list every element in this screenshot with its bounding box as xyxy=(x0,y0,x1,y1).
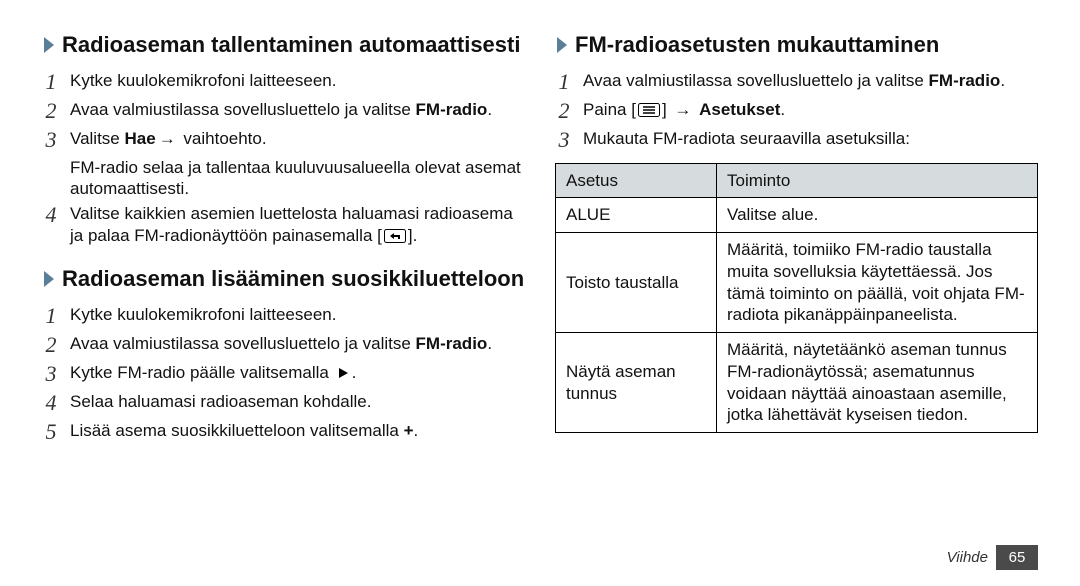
step-suffix: . xyxy=(780,100,785,119)
step-text: Lisää asema suosikkiluetteloon valitsema… xyxy=(70,421,404,440)
menu-key-icon xyxy=(638,103,660,117)
menu-name: Asetukset xyxy=(699,100,780,119)
step-suffix: . xyxy=(414,421,419,440)
plus-label: + xyxy=(404,421,414,440)
arrow-right-glyph: → xyxy=(156,129,179,148)
step-text: Avaa valmiustilassa sovellusluettelo ja … xyxy=(70,100,416,119)
step: 4 Selaa haluamasi radioaseman kohdalle. xyxy=(42,391,525,414)
step-text: Paina [ xyxy=(583,100,636,119)
step-body: Avaa valmiustilassa sovellusluettelo ja … xyxy=(583,70,1038,92)
section-title: Radioaseman tallentaminen automaattisest… xyxy=(62,32,520,57)
step-number: 3 xyxy=(42,128,60,151)
step-text: Kytke FM-radio päälle valitsemalla xyxy=(70,363,334,382)
setting-name: ALUE xyxy=(556,198,717,233)
step-body: Kytke kuulokemikrofoni laitteeseen. xyxy=(70,304,525,326)
step-tail: . xyxy=(352,363,357,382)
app-name: FM-radio xyxy=(929,71,1001,90)
step-body: Valitse kaikkien asemien luettelosta hal… xyxy=(70,203,525,247)
setting-desc: Valitse alue. xyxy=(717,198,1038,233)
step: 3 Mukauta FM-radiota seuraavilla asetuks… xyxy=(555,128,1038,151)
step-number: 3 xyxy=(42,362,60,385)
step-text: Avaa valmiustilassa sovellusluettelo ja … xyxy=(70,334,416,353)
step: 2 Paina [ ] → Asetukset. xyxy=(555,99,1038,122)
table-row: Toisto taustalla Määritä, toimiiko FM-ra… xyxy=(556,233,1038,333)
setting-desc: Määritä, näytetäänkö aseman tunnus FM-ra… xyxy=(717,333,1038,433)
setting-desc: Määritä, toimiiko FM-radio taustalla mui… xyxy=(717,233,1038,333)
step-body: Avaa valmiustilassa sovellusluettelo ja … xyxy=(70,333,525,355)
step-body: Kytke FM-radio päälle valitsemalla . xyxy=(70,362,525,384)
chevron-right-icon xyxy=(42,268,56,290)
footer-section-label: Viihde xyxy=(947,549,988,566)
page-footer: Viihde 65 xyxy=(947,545,1038,570)
step: 3 Kytke FM-radio päälle valitsemalla . xyxy=(42,362,525,385)
setting-name: Näytä aseman tunnus xyxy=(556,333,717,433)
arrow-right-glyph: → xyxy=(671,100,694,119)
app-name: FM-radio xyxy=(416,334,488,353)
step-mid: ] xyxy=(662,100,671,119)
step-number: 2 xyxy=(42,99,60,122)
settings-table: Asetus Toiminto ALUE Valitse alue. Toist… xyxy=(555,163,1038,434)
section-heading-store-auto: Radioaseman tallentaminen automaattisest… xyxy=(42,32,525,57)
step-body: Paina [ ] → Asetukset. xyxy=(583,99,1038,121)
step-number: 3 xyxy=(555,128,573,151)
step-number: 4 xyxy=(42,391,60,414)
step-text: Avaa valmiustilassa sovellusluettelo ja … xyxy=(583,71,929,90)
section-title: FM-radioasetusten mukauttaminen xyxy=(575,32,939,57)
page-number: 65 xyxy=(996,545,1038,570)
step-number: 4 xyxy=(42,203,60,226)
section-title: Radioaseman lisääminen suosikkiluetteloo… xyxy=(62,266,524,291)
chevron-right-icon xyxy=(42,34,56,56)
table-row: ALUE Valitse alue. xyxy=(556,198,1038,233)
play-icon xyxy=(336,366,350,380)
chevron-right-icon xyxy=(555,34,569,56)
app-name: FM-radio xyxy=(416,100,488,119)
step-number: 5 xyxy=(42,420,60,443)
step-body: Mukauta FM-radiota seuraavilla asetuksil… xyxy=(583,128,1038,150)
step-number: 1 xyxy=(555,70,573,93)
step-text: Valitse xyxy=(70,129,125,148)
step-suffix: . xyxy=(487,100,492,119)
step-body: Kytke kuulokemikrofoni laitteeseen. xyxy=(70,70,525,92)
table-header-setting: Asetus xyxy=(556,163,717,198)
table-header-function: Toiminto xyxy=(717,163,1038,198)
step-tail: vaihtoehto. xyxy=(179,129,267,148)
step: 5 Lisää asema suosikkiluetteloon valitse… xyxy=(42,420,525,443)
menu-name: Hae xyxy=(125,129,156,148)
step-number: 2 xyxy=(555,99,573,122)
step-number: 1 xyxy=(42,304,60,327)
section-heading-add-favourite: Radioaseman lisääminen suosikkiluetteloo… xyxy=(42,266,525,291)
setting-name: Toisto taustalla xyxy=(556,233,717,333)
step: 1 Kytke kuulokemikrofoni laitteeseen. xyxy=(42,70,525,93)
step-body: Valitse Hae→ vaihtoehto. xyxy=(70,128,525,150)
step-suffix: . xyxy=(1000,71,1005,90)
step-sub-note: FM-radio selaa ja tallentaa kuuluvuusalu… xyxy=(70,157,525,201)
back-key-icon xyxy=(384,229,406,243)
step: 1 Kytke kuulokemikrofoni laitteeseen. xyxy=(42,304,525,327)
table-row: Näytä aseman tunnus Määritä, näytetäänkö… xyxy=(556,333,1038,433)
step-body: Lisää asema suosikkiluetteloon valitsema… xyxy=(70,420,525,442)
step-text: Valitse kaikkien asemien luettelosta hal… xyxy=(70,204,513,245)
step-tail: ]. xyxy=(408,226,417,245)
step: 3 Valitse Hae→ vaihtoehto. xyxy=(42,128,525,151)
step-suffix: . xyxy=(487,334,492,353)
step: 2 Avaa valmiustilassa sovellusluettelo j… xyxy=(42,333,525,356)
step-body: Selaa haluamasi radioaseman kohdalle. xyxy=(70,391,525,413)
step-number: 2 xyxy=(42,333,60,356)
section-heading-fm-settings: FM-radioasetusten mukauttaminen xyxy=(555,32,1038,57)
step: 4 Valitse kaikkien asemien luettelosta h… xyxy=(42,203,525,247)
step: 2 Avaa valmiustilassa sovellusluettelo j… xyxy=(42,99,525,122)
step-body: Avaa valmiustilassa sovellusluettelo ja … xyxy=(70,99,525,121)
step: 1 Avaa valmiustilassa sovellusluettelo j… xyxy=(555,70,1038,93)
step-number: 1 xyxy=(42,70,60,93)
